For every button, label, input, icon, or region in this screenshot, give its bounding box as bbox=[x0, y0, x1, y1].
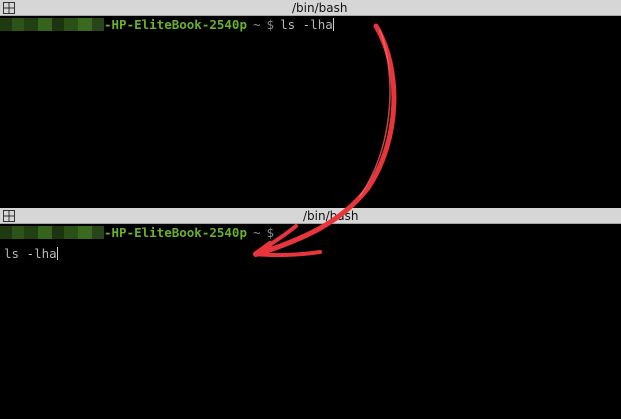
prompt-symbol: $ bbox=[266, 225, 275, 240]
title-bar[interactable]: /bin/bash bbox=[0, 0, 621, 16]
redacted-username bbox=[0, 226, 104, 239]
prompt-host: -HP-EliteBook-2540p bbox=[104, 225, 247, 240]
input-text: ls -lha bbox=[4, 246, 57, 261]
prompt-host: -HP-EliteBook-2540p bbox=[104, 17, 247, 32]
title-bar[interactable]: /bin/bash bbox=[0, 208, 621, 224]
prompt-symbol: $ bbox=[266, 17, 275, 32]
terminal-pane-top[interactable]: /bin/bash -HP-EliteBook-2540p ~ $ ls -lha bbox=[0, 0, 621, 208]
text-cursor bbox=[332, 18, 334, 31]
prompt-line[interactable]: -HP-EliteBook-2540p ~ $ ls -lha bbox=[0, 17, 334, 33]
terminal-pane-bottom[interactable]: /bin/bash -HP-EliteBook-2540p ~ $ ls -lha bbox=[0, 208, 621, 419]
prompt-path: ~ bbox=[253, 17, 261, 32]
window-grid-icon[interactable] bbox=[3, 210, 15, 222]
input-line[interactable]: ls -lha bbox=[4, 246, 58, 262]
redacted-username bbox=[0, 18, 104, 31]
window-title: /bin/bash bbox=[303, 209, 359, 223]
text-cursor bbox=[56, 247, 58, 260]
prompt-path: ~ bbox=[253, 225, 261, 240]
window-title: /bin/bash bbox=[292, 1, 348, 15]
prompt-line[interactable]: -HP-EliteBook-2540p ~ $ bbox=[0, 225, 274, 241]
command-text: ls -lha bbox=[280, 17, 333, 32]
window-grid-icon[interactable] bbox=[3, 2, 15, 14]
